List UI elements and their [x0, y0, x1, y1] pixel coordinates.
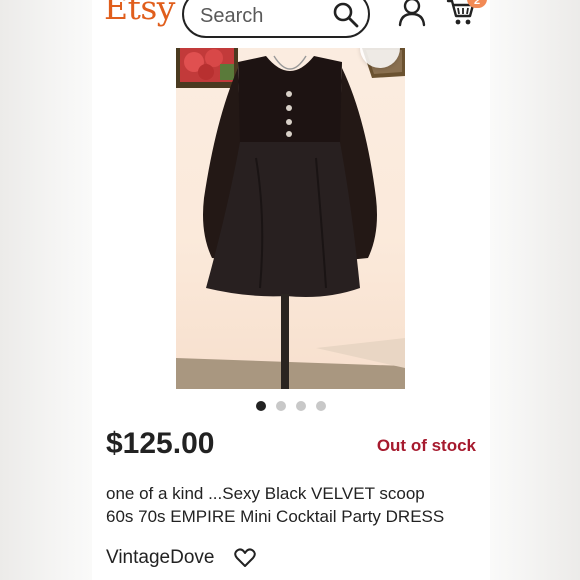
listing-title: one of a kind ...Sexy Black VELVET scoop… [106, 482, 481, 528]
search-input[interactable]: Search [182, 0, 370, 38]
listing-screen: Etsy Search 2 $125.00 Out of stock one o… [92, 0, 490, 580]
pager-dot[interactable] [256, 401, 266, 411]
search-icon[interactable] [332, 1, 360, 29]
account-icon[interactable] [398, 0, 426, 27]
listing-title-line: 60s 70s EMPIRE Mini Cocktail Party DRESS [106, 507, 445, 526]
dress-photo [176, 48, 405, 389]
stock-status: Out of stock [376, 436, 476, 455]
search-placeholder: Search [200, 5, 264, 27]
background-right [490, 0, 580, 580]
background-left [0, 0, 92, 580]
listing-title-line: one of a kind ...Sexy Black VELVET scoop [106, 484, 425, 503]
pager-dot[interactable] [276, 401, 286, 411]
header-bar: Etsy Search 2 [92, 0, 490, 46]
listing-price: $125.00 [106, 427, 215, 460]
shop-name-link[interactable]: VintageDove [106, 547, 214, 569]
image-pager[interactable] [252, 401, 342, 413]
product-image[interactable] [176, 48, 405, 389]
pager-dot[interactable] [316, 401, 326, 411]
etsy-logo[interactable]: Etsy [104, 0, 175, 27]
pager-dot[interactable] [296, 401, 306, 411]
heart-icon[interactable] [234, 548, 256, 568]
